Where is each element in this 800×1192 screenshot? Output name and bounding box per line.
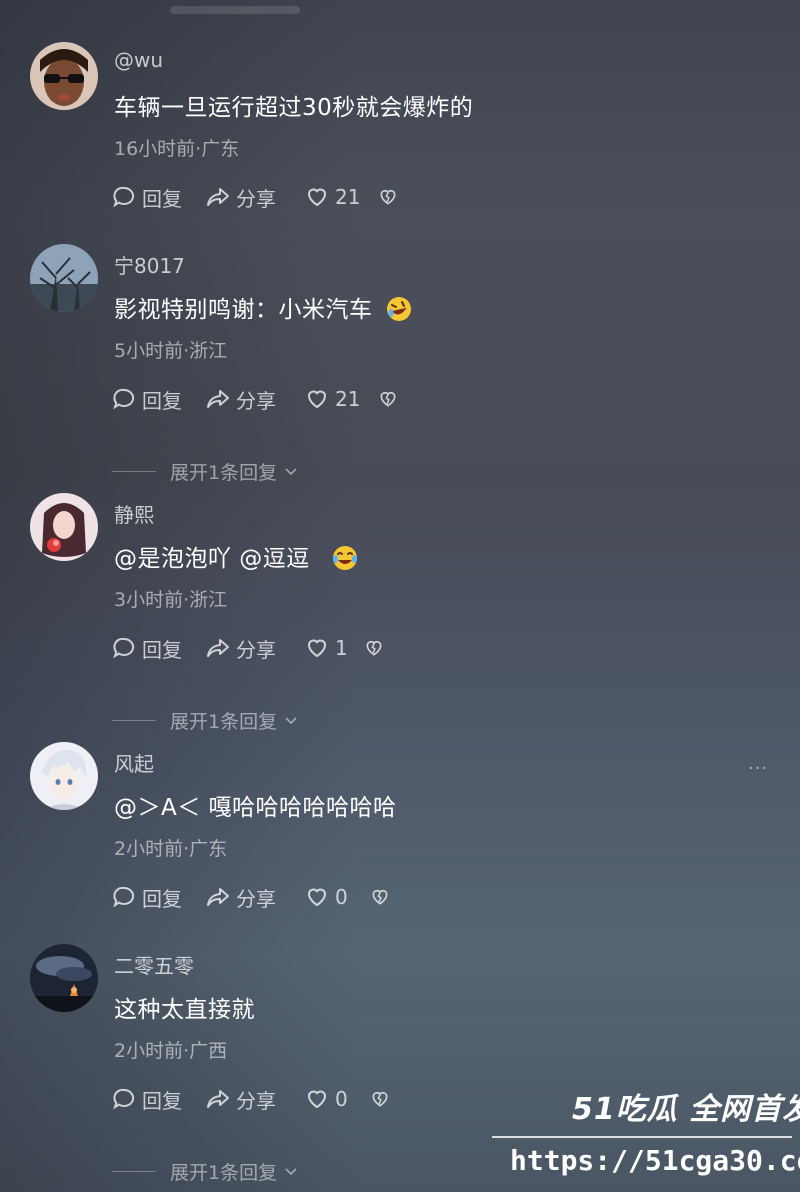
like-count: 0 xyxy=(335,885,348,909)
reply-button[interactable]: 回复 xyxy=(112,882,182,912)
watermark-divider xyxy=(492,1136,792,1138)
comment-text: @＞A＜ 嘎哈哈哈哈哈哈哈 xyxy=(114,795,397,821)
comment-bubble-icon xyxy=(113,886,135,908)
comment-bubble-icon xyxy=(113,388,135,410)
comment-text: @是泡泡吖 @逗逗 xyxy=(114,539,358,573)
like-button[interactable]: 21 xyxy=(305,182,360,212)
expand-replies-button[interactable]: 展开1条回复 xyxy=(112,707,299,733)
share-label: 分享 xyxy=(236,388,276,413)
like-button[interactable]: 21 xyxy=(305,384,360,414)
avatar[interactable] xyxy=(30,742,98,810)
comment-username[interactable]: @wu xyxy=(114,48,163,72)
expand-replies-label: 展开1条回复 xyxy=(170,461,278,484)
watermark-brand: 51吃瓜 全网首发 xyxy=(572,1092,800,1127)
comment-list: @wu 车辆一旦运行超过30秒就会爆炸的 16小时前·广东 回复 分享 21 宁… xyxy=(0,0,800,1192)
like-count: 1 xyxy=(335,636,348,660)
broken-heart-icon xyxy=(372,1091,388,1107)
chevron-down-icon xyxy=(285,468,297,476)
comment-username[interactable]: 宁8017 xyxy=(114,250,185,279)
comment-bubble-icon xyxy=(113,186,135,208)
share-label: 分享 xyxy=(236,637,276,662)
expand-replies-label: 展开1条回复 xyxy=(170,710,278,733)
share-button[interactable]: 分享 xyxy=(206,633,276,663)
heart-icon xyxy=(307,888,327,907)
like-count: 21 xyxy=(335,387,361,411)
comment-text: 这种太直接就 xyxy=(114,997,255,1023)
share-label: 分享 xyxy=(236,886,276,911)
expand-replies-button[interactable]: 展开1条回复 xyxy=(112,1158,299,1184)
reply-button[interactable]: 回复 xyxy=(112,633,182,663)
share-arrow-icon xyxy=(207,188,229,206)
heart-icon xyxy=(307,639,327,658)
broken-heart-icon xyxy=(380,189,396,205)
share-button[interactable]: 分享 xyxy=(206,882,276,912)
comment-text: 影视特别鸣谢：小米汽车 xyxy=(114,290,412,324)
broken-heart-icon xyxy=(366,640,382,656)
comment-username[interactable]: 风起 xyxy=(114,748,154,777)
divider-line xyxy=(112,470,156,472)
avatar[interactable] xyxy=(30,944,98,1012)
share-arrow-icon xyxy=(207,1090,229,1108)
chevron-down-icon xyxy=(285,717,297,725)
comment-bubble-icon xyxy=(113,637,135,659)
dislike-button[interactable] xyxy=(378,182,404,212)
share-arrow-icon xyxy=(207,639,229,657)
heart-icon xyxy=(307,390,327,409)
dislike-button[interactable] xyxy=(364,633,390,663)
broken-heart-icon xyxy=(380,391,396,407)
share-button[interactable]: 分享 xyxy=(206,384,276,414)
comment-meta: 16小时前·广东 xyxy=(114,138,240,160)
avatar[interactable] xyxy=(30,244,98,312)
share-label: 分享 xyxy=(236,1088,276,1113)
reply-button[interactable]: 回复 xyxy=(112,384,182,414)
reply-label: 回复 xyxy=(142,637,182,662)
comment-username[interactable]: 静熙 xyxy=(114,499,154,528)
dislike-button[interactable] xyxy=(370,1084,396,1114)
reply-label: 回复 xyxy=(142,186,182,211)
reply-button[interactable]: 回复 xyxy=(112,1084,182,1114)
share-button[interactable]: 分享 xyxy=(206,182,276,212)
comment-meta: 3小时前·浙江 xyxy=(114,589,228,611)
share-label: 分享 xyxy=(236,186,276,211)
reply-label: 回复 xyxy=(142,1088,182,1113)
divider-line xyxy=(112,719,156,721)
dislike-button[interactable] xyxy=(370,882,396,912)
watermark-url: https://51cga30.com xyxy=(510,1144,800,1177)
heart-icon xyxy=(307,188,327,207)
expand-replies-label: 展开1条回复 xyxy=(170,1161,278,1184)
divider-line xyxy=(112,1170,156,1172)
comment-username[interactable]: 二零五零 xyxy=(114,950,194,979)
avatar[interactable] xyxy=(30,42,98,110)
like-button[interactable]: 0 xyxy=(305,1084,348,1114)
reply-button[interactable]: 回复 xyxy=(112,182,182,212)
like-count: 0 xyxy=(335,1087,348,1111)
reply-label: 回复 xyxy=(142,388,182,413)
like-button[interactable]: 1 xyxy=(305,633,348,663)
comment-text: 车辆一旦运行超过30秒就会爆炸的 xyxy=(114,95,474,121)
rofl-emoji-icon xyxy=(387,297,412,321)
more-dots-icon[interactable]: ··· xyxy=(748,758,768,779)
watermark: 51吃瓜 全网首发 https://51cga30.com xyxy=(492,1080,800,1184)
comment-meta: 2小时前·广西 xyxy=(114,1040,228,1062)
like-button[interactable]: 0 xyxy=(305,882,348,912)
heart-icon xyxy=(307,1090,327,1109)
avatar[interactable] xyxy=(30,493,98,561)
expand-replies-button[interactable]: 展开1条回复 xyxy=(112,458,299,484)
comment-meta: 5小时前·浙江 xyxy=(114,340,228,362)
share-button[interactable]: 分享 xyxy=(206,1084,276,1114)
chevron-down-icon xyxy=(285,1168,297,1176)
like-count: 21 xyxy=(335,185,361,209)
tears-of-joy-emoji-icon xyxy=(332,546,357,570)
dislike-button[interactable] xyxy=(378,384,404,414)
reply-label: 回复 xyxy=(142,886,182,911)
broken-heart-icon xyxy=(372,889,388,905)
comment-bubble-icon xyxy=(113,1088,135,1110)
comment-meta: 2小时前·广东 xyxy=(114,838,228,860)
share-arrow-icon xyxy=(207,888,229,906)
share-arrow-icon xyxy=(207,390,229,408)
